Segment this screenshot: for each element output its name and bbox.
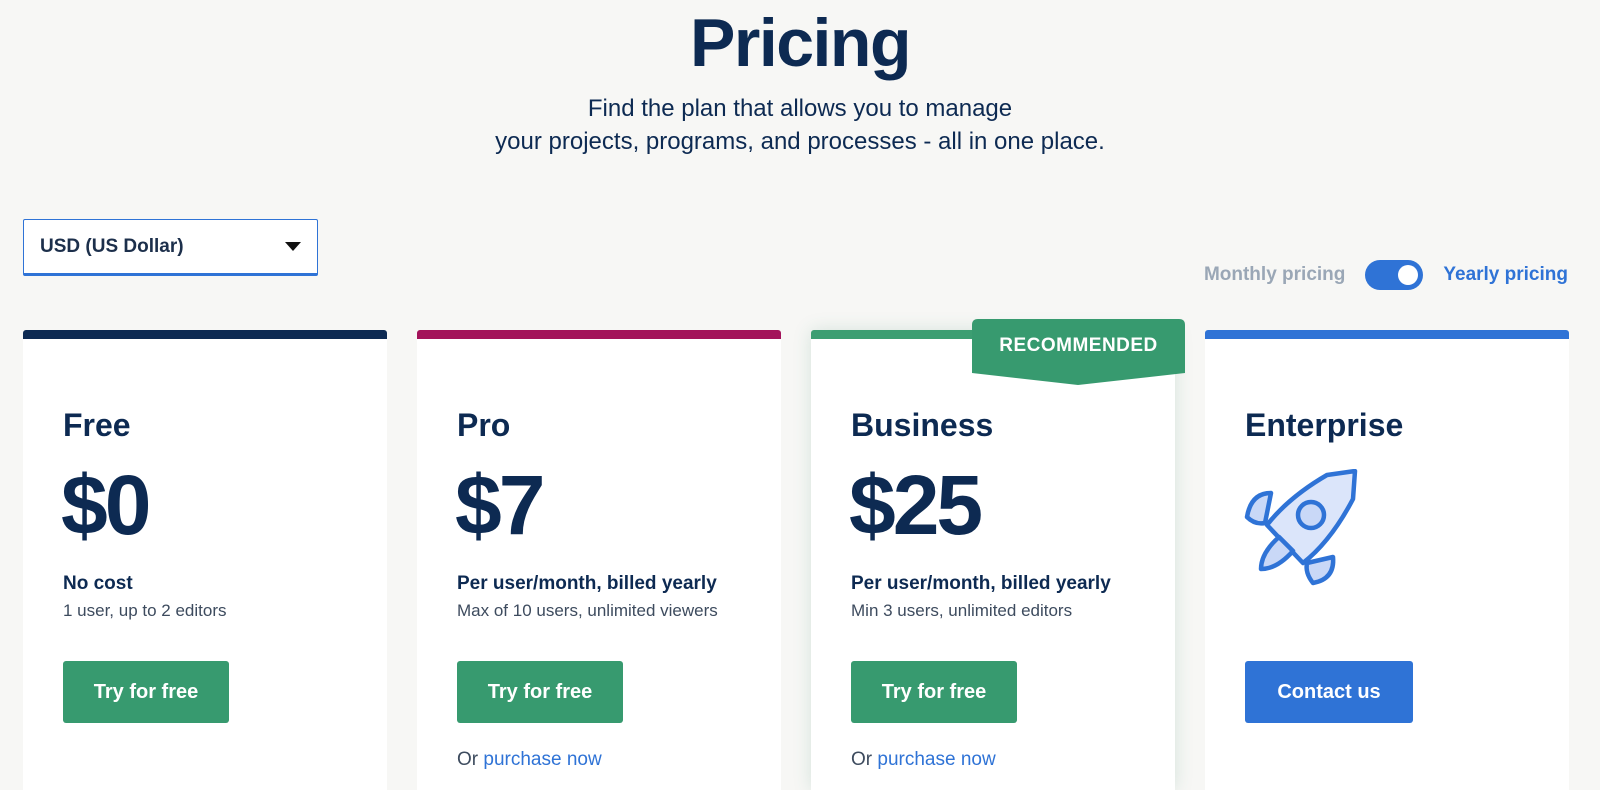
or-text: Or [851,749,873,770]
plan-name: Pro [457,407,511,443]
plan-card-free: Free $0 No cost 1 user, up to 2 editors … [23,330,387,790]
plan-name: Business [851,407,994,443]
billing-switch[interactable] [1365,260,1424,290]
subtitle-line-2: your projects, programs, and processes -… [495,128,1105,155]
plan-name: Enterprise [1245,407,1404,443]
recommended-badge-label: RECOMMENDED [999,335,1158,356]
rocket-icon [1244,469,1358,586]
contact-us-button[interactable]: Contact us [1245,661,1413,723]
page-title: Pricing [690,5,912,81]
purchase-now-link[interactable]: purchase now [877,749,995,770]
plan-price: $0 [61,458,151,552]
billing-switch-knob [1398,265,1419,285]
subtitle-line-1: Find the plan that allows you to manage [587,95,1013,122]
plan-price-label: Per user/month, billed yearly [457,573,717,594]
plan-card-business: Business $25 Per user/month, billed year… [811,330,1175,790]
chevron-down-icon [285,242,301,251]
plan-name: Free [63,407,131,443]
monthly-pricing-label[interactable]: Monthly pricing [1204,264,1345,286]
purchase-line: Or purchase now [851,749,996,771]
page-subtitle: Find the plan that allows you to manage … [0,92,1600,158]
plan-price: $25 [849,458,983,552]
purchase-line: Or purchase now [457,749,602,771]
currency-select-value: USD (US Dollar) [40,235,184,257]
plan-detail: Max of 10 users, unlimited viewers [457,601,718,620]
try-for-free-button[interactable]: Try for free [63,661,229,723]
plan-detail: 1 user, up to 2 editors [63,601,227,620]
yearly-pricing-label[interactable]: Yearly pricing [1443,264,1568,286]
try-for-free-button[interactable]: Try for free [851,661,1017,723]
purchase-now-link[interactable]: purchase now [483,749,601,770]
plan-card-pro: Pro $7 Per user/month, billed yearly Max… [417,330,781,790]
recommended-badge: RECOMMENDED [972,319,1185,385]
try-for-free-button[interactable]: Try for free [457,661,623,723]
or-text: Or [457,749,479,770]
plan-card-enterprise: Enterprise Contact us [1205,330,1569,790]
billing-period-toggle: Monthly pricing Yearly pricing [1204,258,1568,292]
plan-price-label: No cost [63,573,133,594]
currency-select[interactable]: USD (US Dollar) [23,219,318,276]
plan-price-label: Per user/month, billed yearly [851,573,1111,594]
plan-price: $7 [455,458,545,552]
plan-detail: Min 3 users, unlimited editors [851,601,1073,620]
